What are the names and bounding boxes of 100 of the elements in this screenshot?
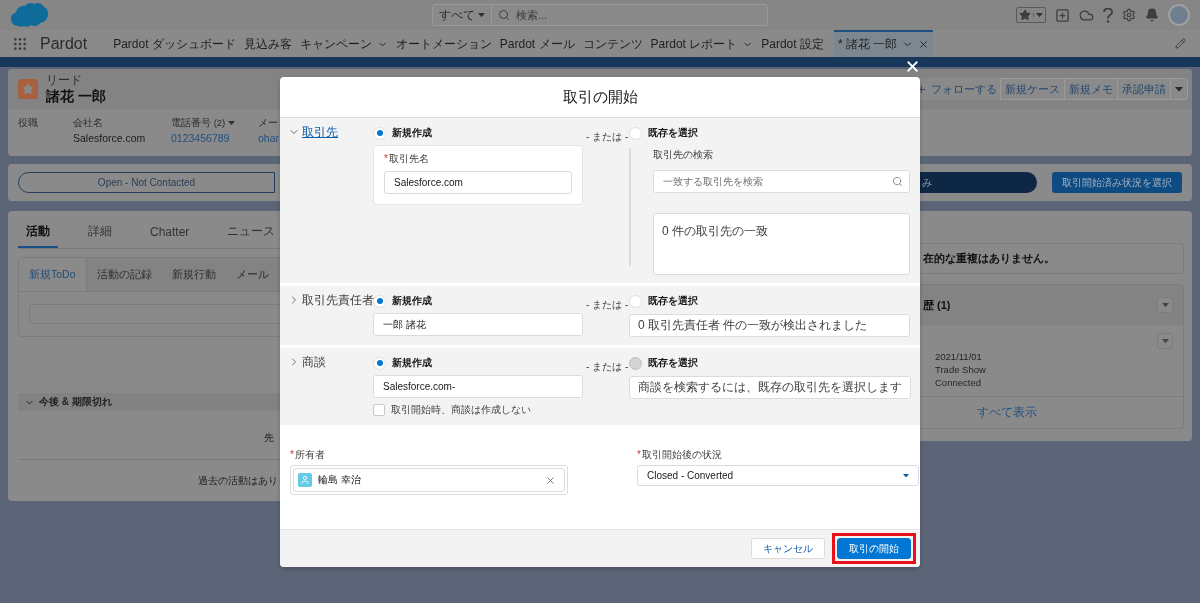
bell-icon[interactable]: [1145, 8, 1159, 22]
section-title: 今後 & 期限切れ: [39, 395, 112, 409]
composer-tab[interactable]: 活動の記録: [86, 258, 162, 291]
cloud-logo[interactable]: [10, 2, 48, 28]
record-name: 諸花 一郎: [46, 87, 106, 106]
global-search-bar[interactable]: すべて 検索...: [432, 4, 768, 26]
search-scope-dropdown[interactable]: すべて: [433, 5, 492, 25]
nav-tab[interactable]: オートメーション: [391, 30, 496, 57]
nav-tab[interactable]: Pardot 設定: [757, 30, 828, 57]
radio-button[interactable]: [629, 126, 642, 140]
option-label: 新規作成: [392, 294, 432, 308]
nav-tab[interactable]: キャンペーン: [295, 30, 392, 57]
record-tab[interactable]: 詳細: [80, 221, 120, 248]
radio-button[interactable]: [373, 294, 386, 308]
nav-tab[interactable]: Pardot レポート: [646, 30, 758, 57]
history-line: Trade Show: [935, 364, 986, 375]
section-link[interactable]: 取引先: [302, 124, 338, 141]
cloud-icon[interactable]: [1079, 7, 1094, 23]
radio-button[interactable]: [373, 126, 386, 140]
help-icon[interactable]: [1103, 7, 1113, 23]
radio-button[interactable]: [373, 356, 386, 370]
convert-button[interactable]: 取引の開始: [837, 538, 911, 559]
action-button[interactable]: 新規メモ: [1064, 78, 1118, 100]
user-icon: [298, 473, 312, 487]
nav-tab[interactable]: Pardot メール: [495, 30, 579, 57]
radio-button[interactable]: [629, 294, 642, 308]
field-label: 役職: [18, 117, 39, 130]
field-value: Salesforce.com: [73, 132, 147, 144]
action-button[interactable]: 新規ケース: [1000, 78, 1065, 100]
record-tab[interactable]: ニュース: [219, 221, 284, 248]
dropdown-button[interactable]: [1157, 297, 1173, 313]
cancel-button[interactable]: キャンセル: [751, 538, 825, 559]
account-search-field[interactable]: 一致する取引先を検索: [653, 170, 910, 193]
dropdown-triangle-icon: [478, 12, 485, 18]
status-select[interactable]: Closed - Converted: [637, 465, 919, 486]
dialog-title: 取引の開始: [562, 87, 638, 107]
app-launcher-icon[interactable]: [12, 35, 28, 52]
add-icon[interactable]: [1055, 7, 1070, 23]
results-box: 商談を検索するには、既存の取引先を選択します: [629, 376, 911, 399]
option-label: 新規作成: [392, 356, 432, 370]
field-label: 会社名: [73, 117, 104, 130]
or-separator: - または -: [585, 361, 629, 372]
search-icon: [498, 9, 510, 21]
field-label: メー: [258, 117, 279, 130]
dropdown-triangle-icon: [1161, 338, 1169, 344]
or-separator: - または -: [585, 131, 629, 142]
activity-note: 先: [263, 431, 275, 445]
section-link[interactable]: 取引先責任者: [302, 292, 374, 309]
nav-tab[interactable]: Pardot ダッシュボード: [109, 30, 240, 57]
edit-icon[interactable]: [1175, 38, 1186, 49]
settings-icon[interactable]: [1122, 8, 1136, 22]
input-field[interactable]: Salesforce.com: [384, 171, 572, 194]
field-label: *取引先名: [384, 152, 430, 166]
history-line: Connected: [935, 377, 982, 388]
clear-icon[interactable]: [545, 474, 556, 486]
section-link[interactable]: 商談: [302, 354, 326, 371]
favorites-button[interactable]: [1016, 7, 1046, 23]
option-label: 既存を選択: [648, 294, 698, 308]
composer-tab[interactable]: メール: [225, 258, 279, 291]
option-label: 既存を選択: [648, 356, 698, 370]
search-field[interactable]: 検索...: [510, 5, 767, 25]
results-box: 0 件の取引先の一致: [653, 213, 910, 275]
checkbox-label: 取引開始時、商談は作成しない: [391, 403, 531, 417]
results-box: 0 取引先責任者 件の一致が検出されました: [629, 314, 910, 337]
close-tab-icon[interactable]: [918, 39, 930, 50]
past-activity-note: 過去の活動はあり: [197, 474, 278, 488]
nav-tab[interactable]: コンテンツ: [578, 30, 647, 57]
option-label: 既存を選択: [648, 126, 698, 140]
close-icon[interactable]: [904, 58, 921, 75]
owner-name: 輪島 幸治: [318, 473, 362, 487]
action-button[interactable]: 承認申請: [1117, 78, 1171, 100]
or-separator: - または -: [585, 299, 629, 310]
checkbox[interactable]: [373, 404, 385, 416]
nav-tab[interactable]: * 諸花 一郎: [833, 30, 934, 57]
search-icon: [892, 176, 903, 187]
nav-tab[interactable]: 見込み客: [239, 30, 296, 57]
app-name: Pardot: [40, 34, 88, 53]
record-tab[interactable]: 活動: [18, 221, 58, 248]
field-label: *所有者: [290, 448, 326, 462]
field-label: 電話番号 (2): [171, 117, 258, 130]
star-icon: [1019, 9, 1031, 21]
record-type: リード: [46, 72, 83, 88]
dropdown-triangle-icon: [1036, 12, 1043, 18]
option-label: 新規作成: [392, 126, 432, 140]
more-actions-button[interactable]: [1170, 78, 1188, 100]
input-field[interactable]: Salesforce.com-: [373, 375, 583, 398]
user-avatar[interactable]: [1168, 4, 1190, 26]
composer-tab[interactable]: 新規行動: [161, 258, 226, 291]
input-field[interactable]: 一郎 諸花: [373, 313, 583, 336]
history-title: 歴 (1): [923, 297, 951, 313]
field-link[interactable]: 0123456789: [171, 132, 258, 144]
field-label: *取引開始後の状況: [637, 448, 723, 462]
composer-tab[interactable]: 新規ToDo: [19, 258, 87, 291]
dropdown-button[interactable]: [1157, 333, 1173, 349]
select-status-button[interactable]: 取引開始済み状況を選択: [1052, 172, 1182, 193]
owner-lookup[interactable]: 輪島 幸治: [290, 465, 568, 495]
search-label: 取引先の検索: [653, 148, 714, 162]
record-tab[interactable]: Chatter: [142, 221, 198, 248]
dropdown-triangle-icon: [903, 473, 909, 478]
dropdown-triangle-icon: [1175, 86, 1183, 92]
